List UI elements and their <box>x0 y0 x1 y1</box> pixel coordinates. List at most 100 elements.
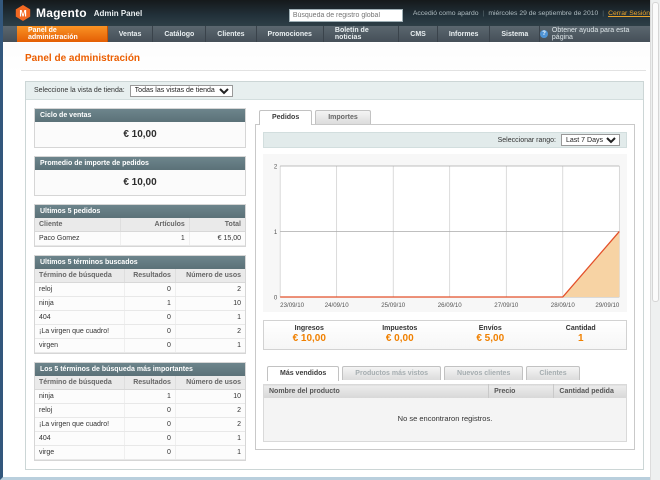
tab-m-s-vendidos[interactable]: Más vendidos <box>267 366 339 381</box>
average-orders-card: Promedio de importe de pedidos € 10,00 <box>34 156 246 196</box>
tab-pedidos[interactable]: Pedidos <box>259 110 312 125</box>
table-row: ¡La virgen que cuadro!02 <box>35 418 245 432</box>
top-search-terms-title: Los 5 términos de búsqueda más important… <box>35 363 245 376</box>
dashboard-container: Seleccione la vista de tienda: Todas las… <box>25 81 644 470</box>
total-label: Impuestos <box>355 325 446 332</box>
store-view-select[interactable]: Todas las vistas de tienda <box>130 85 233 97</box>
nav-item-sistema[interactable]: Sistema <box>490 26 540 42</box>
dashboard-sidebar: Ciclo de ventas € 10,00 Promedio de impo… <box>34 108 246 461</box>
magento-logo-icon: M <box>15 5 31 21</box>
top-search-terms-card: Los 5 términos de búsqueda más important… <box>34 362 246 461</box>
store-view-label: Seleccione la vista de tienda: <box>34 87 125 94</box>
total-label: Ingresos <box>264 325 355 332</box>
total-cantidad: Cantidad1 <box>536 325 627 344</box>
column-header: Término de búsqueda <box>35 376 124 390</box>
table-row: 40401 <box>35 432 245 446</box>
svg-text:28/09/10: 28/09/10 <box>551 302 575 309</box>
help-link[interactable]: ? Obtener ayuda para esta página <box>540 26 660 42</box>
svg-text:25/09/10: 25/09/10 <box>381 302 405 309</box>
logout-link[interactable]: Cerrar Sesión <box>608 10 650 17</box>
totals-bar: Ingresos€ 10,00Impuestos€ 0,00Envíos€ 5,… <box>263 320 627 350</box>
svg-text:24/09/10: 24/09/10 <box>325 302 349 309</box>
help-label: Obtener ayuda para esta página <box>552 27 648 41</box>
column-header: Nombre del producto <box>264 385 489 399</box>
top-search-terms-table: Término de búsquedaResultadosNúmero de u… <box>35 376 245 460</box>
lifetime-sales-title: Ciclo de ventas <box>35 109 245 122</box>
main-nav: Panel de administraciónVentasCatálogoCli… <box>3 26 660 43</box>
orders-chart-area: 23/09/10 24/09/10 25/09/10 26/09/10 27/09/10… <box>263 154 627 312</box>
scrollbar-thumb[interactable] <box>652 2 659 302</box>
total-impuestos: Impuestos€ 0,00 <box>355 325 446 344</box>
table-row: virgen01 <box>35 339 245 353</box>
svg-text:23/09/10: 23/09/10 <box>280 302 304 309</box>
scrollbar[interactable] <box>650 0 660 480</box>
average-orders-title: Promedio de importe de pedidos <box>35 157 245 170</box>
products-table: Nombre del producto Precio Cantidad pedi… <box>263 384 627 442</box>
lifetime-sales-card: Ciclo de ventas € 10,00 <box>34 108 246 148</box>
logged-in-as: Accedió como apardo <box>413 10 479 17</box>
logo-text: Magento <box>36 6 87 20</box>
total-value: € 5,00 <box>445 333 536 344</box>
column-header: Artículos <box>121 218 190 232</box>
bottom-tabs: Más vendidosProductos más vistosNuevos c… <box>263 364 627 380</box>
nav-item-cat-logo[interactable]: Catálogo <box>153 26 206 42</box>
nav-item-bolet-n-de-noticias[interactable]: Boletín de noticias <box>324 26 399 42</box>
table-row: ninja110 <box>35 297 245 311</box>
column-header: Cantidad pedida <box>554 385 627 399</box>
table-row: ¡La virgen que cuadro!02 <box>35 325 245 339</box>
column-header: Término de búsqueda <box>35 269 124 283</box>
total-value: € 10,00 <box>264 333 355 344</box>
average-orders-value: € 10,00 <box>35 170 245 195</box>
empty-row: No se encontraron registros. <box>264 398 627 442</box>
svg-text:M: M <box>19 9 26 19</box>
total-label: Envíos <box>445 325 536 332</box>
last-search-terms-card: Ultimos 5 términos buscados Término de b… <box>34 255 246 354</box>
total-envíos: Envíos€ 5,00 <box>445 325 536 344</box>
main-nav-items: Panel de administraciónVentasCatálogoCli… <box>17 26 540 42</box>
table-row: reloj02 <box>35 283 245 297</box>
nav-item-clientes[interactable]: Clientes <box>206 26 256 42</box>
svg-text:29/09/10: 29/09/10 <box>595 302 619 309</box>
table-row: ninja110 <box>35 390 245 404</box>
empty-message: No se encontraron registros. <box>264 398 627 442</box>
last-orders-title: Ultimos 5 pedidos <box>35 205 245 218</box>
column-header: Número de usos <box>175 376 245 390</box>
lifetime-sales-value: € 10,00 <box>35 122 245 147</box>
column-header: Número de usos <box>175 269 245 283</box>
nav-item-informes[interactable]: Informes <box>438 26 491 42</box>
current-date: miércoles 29 de septiembre de 2010 <box>488 10 598 17</box>
total-ingresos: Ingresos€ 10,00 <box>264 325 355 344</box>
column-header: Resultados <box>124 376 175 390</box>
orders-chart: 23/09/10 24/09/10 25/09/10 26/09/10 27/09/10… <box>265 158 625 310</box>
nav-item-panel-de-administraci-n[interactable]: Panel de administración <box>17 26 108 42</box>
global-search-input[interactable] <box>289 9 403 22</box>
svg-text:26/09/10: 26/09/10 <box>438 302 462 309</box>
last-search-terms-title: Ultimos 5 términos buscados <box>35 256 245 269</box>
last-orders-card: Ultimos 5 pedidos ClienteArtículosTotalP… <box>34 204 246 247</box>
svg-text:1: 1 <box>274 229 278 236</box>
nav-item-promociones[interactable]: Promociones <box>257 26 324 42</box>
chart-panel: Seleccionar rango: Last 7 Days 23/09/102… <box>255 124 635 450</box>
column-header: Resultados <box>124 269 175 283</box>
total-value: 1 <box>536 333 627 344</box>
table-row: reloj02 <box>35 404 245 418</box>
svg-text:27/09/10: 27/09/10 <box>494 302 518 309</box>
last-orders-table: ClienteArtículosTotalPaco Gomez1€ 15,00 <box>35 218 245 246</box>
nav-item-cms[interactable]: CMS <box>399 26 438 42</box>
dashboard-main: PedidosImportes Seleccionar rango: Last … <box>255 108 635 461</box>
page-title: Panel de administración <box>25 53 646 64</box>
top-header: M Magento Admin Panel Accedió como apard… <box>3 0 660 26</box>
tab-importes[interactable]: Importes <box>315 110 371 124</box>
svg-text:2: 2 <box>274 163 278 170</box>
tab-clientes[interactable]: Clientes <box>526 366 579 380</box>
tab-productos-m-s-vistos[interactable]: Productos más vistos <box>342 366 441 380</box>
table-row: Paco Gomez1€ 15,00 <box>35 232 245 246</box>
column-header: Total <box>189 218 245 232</box>
table-row: virge01 <box>35 446 245 460</box>
column-header: Cliente <box>35 218 121 232</box>
tab-nuevos-clientes[interactable]: Nuevos clientes <box>444 366 523 380</box>
title-divider <box>21 70 646 71</box>
table-row: 40401 <box>35 311 245 325</box>
range-select[interactable]: Last 7 Days <box>561 134 620 146</box>
nav-item-ventas[interactable]: Ventas <box>108 26 154 42</box>
